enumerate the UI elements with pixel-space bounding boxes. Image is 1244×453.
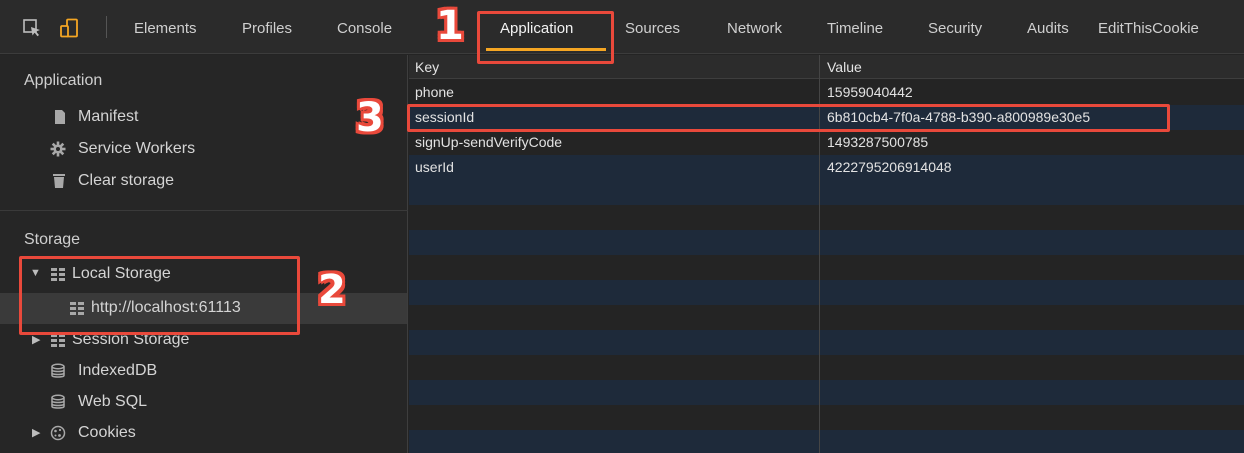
- column-header-key[interactable]: Key: [415, 59, 439, 75]
- database-icon: [51, 363, 65, 378]
- empty-row: [409, 305, 1244, 330]
- local-storage-table: Key Value phone 15959040442 sessionId 6b…: [409, 55, 1244, 453]
- sidebar-item-label: Clear storage: [78, 172, 175, 189]
- section-title-storage: Storage: [24, 231, 81, 248]
- sidebar-item-indexeddb[interactable]: IndexedDB: [0, 356, 407, 387]
- sidebar-item-label: Manifest: [78, 108, 139, 125]
- trash-icon: [53, 174, 65, 188]
- application-sidebar: Application Manifest Service Workers Cle…: [0, 55, 408, 453]
- empty-row: [409, 330, 1244, 355]
- toolbar-separator: [106, 16, 107, 38]
- grid-icon: [70, 302, 84, 315]
- tab-console[interactable]: Console: [337, 20, 392, 37]
- sidebar-item-label: Local Storage: [72, 265, 171, 282]
- sidebar-item-label: Service Workers: [78, 140, 196, 157]
- tab-sources[interactable]: Sources: [625, 20, 680, 37]
- gear-icon: [50, 141, 66, 157]
- sidebar-item-manifest[interactable]: Manifest: [0, 102, 407, 133]
- table-row[interactable]: userId 4222795206914048: [409, 155, 1244, 180]
- column-divider[interactable]: [819, 55, 820, 453]
- cookie-icon: [50, 425, 66, 441]
- tab-network[interactable]: Network: [727, 20, 782, 37]
- table-row[interactable]: signUp-sendVerifyCode 1493287500785: [409, 130, 1244, 155]
- tab-security[interactable]: Security: [928, 20, 982, 37]
- section-divider: [0, 210, 408, 211]
- cell-value[interactable]: 15959040442: [827, 84, 913, 100]
- empty-row: [409, 230, 1244, 255]
- section-title-application: Application: [24, 72, 103, 89]
- cell-key[interactable]: userId: [415, 159, 454, 175]
- cell-value[interactable]: 4222795206914048: [827, 159, 952, 175]
- sidebar-item-label: http://localhost:61113: [91, 299, 241, 316]
- tab-timeline[interactable]: Timeline: [827, 20, 883, 37]
- sidebar-item-label: IndexedDB: [78, 362, 158, 379]
- sidebar-item-service-workers[interactable]: Service Workers: [0, 134, 407, 165]
- database-icon: [51, 394, 65, 409]
- column-header-value[interactable]: Value: [827, 59, 862, 75]
- sidebar-item-label: Session Storage: [72, 331, 190, 348]
- sidebar-item-session-storage[interactable]: ▶ Session Storage: [0, 325, 407, 356]
- expand-arrow-icon[interactable]: ▼: [30, 267, 41, 279]
- device-mode-icon[interactable]: [59, 18, 79, 38]
- tab-elements[interactable]: Elements: [134, 20, 197, 37]
- sidebar-item-cookies[interactable]: ▶ Cookies: [0, 418, 407, 449]
- cell-value[interactable]: 6b810cb4-7f0a-4788-b390-a800989e30e5: [827, 109, 1090, 125]
- sidebar-item-label: Cookies: [78, 424, 136, 441]
- tab-audits[interactable]: Audits: [1027, 20, 1069, 37]
- empty-row: [409, 180, 1244, 205]
- devtools-toolbar: Elements Profiles Console Application So…: [0, 0, 1244, 54]
- inspect-element-icon[interactable]: [22, 18, 42, 38]
- table-row[interactable]: sessionId 6b810cb4-7f0a-4788-b390-a80098…: [409, 105, 1244, 130]
- sidebar-item-localhost-origin[interactable]: http://localhost:61113: [0, 293, 407, 324]
- sidebar-item-label: Web SQL: [78, 393, 148, 410]
- table-body: phone 15959040442 sessionId 6b810cb4-7f0…: [409, 80, 1244, 180]
- active-tab-indicator: [486, 48, 606, 51]
- cell-value[interactable]: 1493287500785: [827, 134, 928, 150]
- sidebar-item-clear-storage[interactable]: Clear storage: [0, 166, 407, 197]
- empty-row: [409, 280, 1244, 305]
- tab-application[interactable]: Application: [500, 20, 573, 37]
- empty-row: [409, 380, 1244, 405]
- table-header: Key Value: [409, 55, 1244, 79]
- tab-profiles[interactable]: Profiles: [242, 20, 292, 37]
- expand-arrow-icon[interactable]: ▶: [32, 426, 40, 439]
- empty-row: [409, 255, 1244, 280]
- cell-key[interactable]: signUp-sendVerifyCode: [415, 134, 562, 150]
- sidebar-item-web-sql[interactable]: Web SQL: [0, 387, 407, 418]
- empty-row: [409, 405, 1244, 430]
- expand-arrow-icon[interactable]: ▶: [32, 333, 40, 346]
- empty-row: [409, 355, 1244, 380]
- sidebar-item-local-storage[interactable]: ▼ Local Storage: [0, 259, 407, 290]
- empty-row: [409, 430, 1244, 453]
- cell-key[interactable]: sessionId: [415, 109, 474, 125]
- file-icon: [55, 110, 65, 124]
- table-row[interactable]: phone 15959040442: [409, 80, 1244, 105]
- empty-row: [409, 205, 1244, 230]
- grid-icon: [51, 334, 65, 347]
- tab-editthiscookie[interactable]: EditThisCookie: [1098, 20, 1199, 37]
- empty-table-rows: [409, 180, 1244, 453]
- cell-key[interactable]: phone: [415, 84, 454, 100]
- grid-icon: [51, 268, 65, 281]
